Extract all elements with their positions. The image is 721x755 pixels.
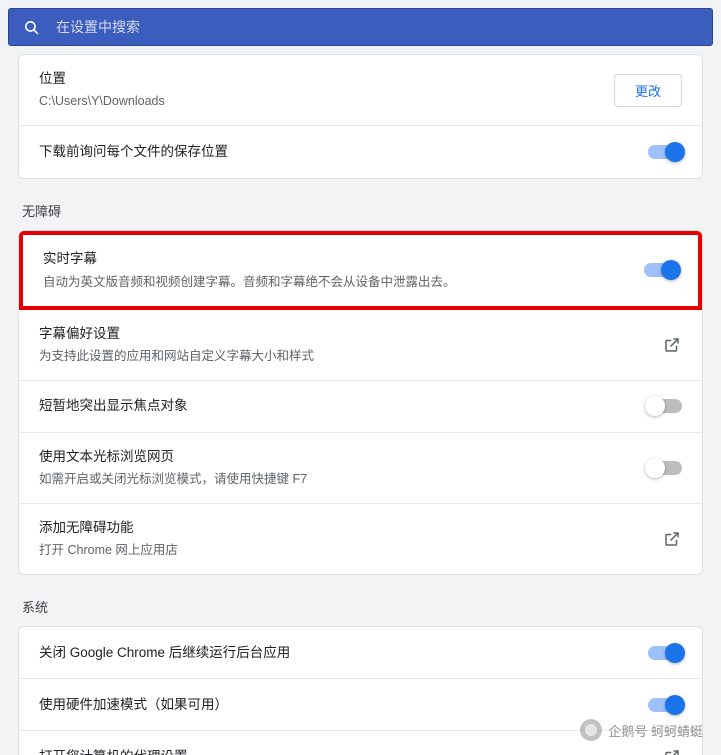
accessibility-addons-row[interactable]: 添加无障碍功能 打开 Chrome 网上应用店 [19, 504, 702, 574]
background-apps-title: 关闭 Google Chrome 后继续运行后台应用 [39, 643, 648, 663]
focus-highlight-toggle[interactable] [648, 399, 682, 413]
caret-browsing-toggle[interactable] [648, 461, 682, 475]
download-location-row[interactable]: 位置 C:\Users\Y\Downloads 更改 [19, 55, 702, 126]
hardware-accel-title: 使用硬件加速模式（如果可用） [39, 695, 648, 715]
external-link-icon [662, 335, 682, 355]
accessibility-addons-sub: 打开 Chrome 网上应用店 [39, 540, 662, 560]
live-caption-sub: 自动为英文版音频和视频创建字幕。音频和字幕绝不会从设备中泄露出去。 [43, 272, 644, 292]
ask-before-download-title: 下载前询问每个文件的保存位置 [39, 142, 648, 162]
hardware-accel-row[interactable]: 使用硬件加速模式（如果可用） [19, 679, 702, 731]
caption-preferences-row[interactable]: 字幕偏好设置 为支持此设置的应用和网站自定义字幕大小和样式 [19, 310, 702, 381]
accessibility-heading: 无障碍 [22, 201, 721, 220]
caret-browsing-sub: 如需开启或关闭光标浏览模式，请使用快捷键 F7 [39, 469, 648, 489]
background-apps-row[interactable]: 关闭 Google Chrome 后继续运行后台应用 [19, 627, 702, 679]
caret-browsing-title: 使用文本光标浏览网页 [39, 447, 648, 467]
background-apps-toggle[interactable] [648, 646, 682, 660]
live-caption-toggle[interactable] [644, 263, 678, 277]
settings-search-bar[interactable] [8, 8, 713, 46]
external-link-icon [662, 747, 682, 755]
system-heading: 系统 [22, 597, 721, 616]
download-location-path: C:\Users\Y\Downloads [39, 91, 614, 111]
change-button[interactable]: 更改 [614, 74, 682, 107]
caret-browsing-row[interactable]: 使用文本光标浏览网页 如需开启或关闭光标浏览模式，请使用快捷键 F7 [19, 433, 702, 504]
hardware-accel-toggle[interactable] [648, 698, 682, 712]
download-location-title: 位置 [39, 69, 614, 89]
external-link-icon [662, 529, 682, 549]
system-section: 关闭 Google Chrome 后继续运行后台应用 使用硬件加速模式（如果可用… [18, 626, 703, 755]
live-caption-title: 实时字幕 [43, 249, 644, 269]
accessibility-section: 实时字幕 自动为英文版音频和视频创建字幕。音频和字幕绝不会从设备中泄露出去。 字… [18, 230, 703, 575]
focus-highlight-row[interactable]: 短暂地突出显示焦点对象 [19, 381, 702, 433]
caption-preferences-sub: 为支持此设置的应用和网站自定义字幕大小和样式 [39, 346, 662, 366]
proxy-settings-row[interactable]: 打开您计算机的代理设置 [19, 731, 702, 755]
search-input[interactable] [56, 19, 698, 35]
live-caption-row[interactable]: 实时字幕 自动为英文版音频和视频创建字幕。音频和字幕绝不会从设备中泄露出去。 [19, 231, 702, 309]
focus-highlight-title: 短暂地突出显示焦点对象 [39, 396, 648, 416]
ask-before-download-row[interactable]: 下载前询问每个文件的保存位置 [19, 126, 702, 178]
proxy-settings-title: 打开您计算机的代理设置 [39, 747, 662, 755]
caption-preferences-title: 字幕偏好设置 [39, 324, 662, 344]
search-icon [23, 19, 40, 36]
downloads-section: 位置 C:\Users\Y\Downloads 更改 下载前询问每个文件的保存位… [18, 54, 703, 179]
ask-before-download-toggle[interactable] [648, 145, 682, 159]
accessibility-addons-title: 添加无障碍功能 [39, 518, 662, 538]
